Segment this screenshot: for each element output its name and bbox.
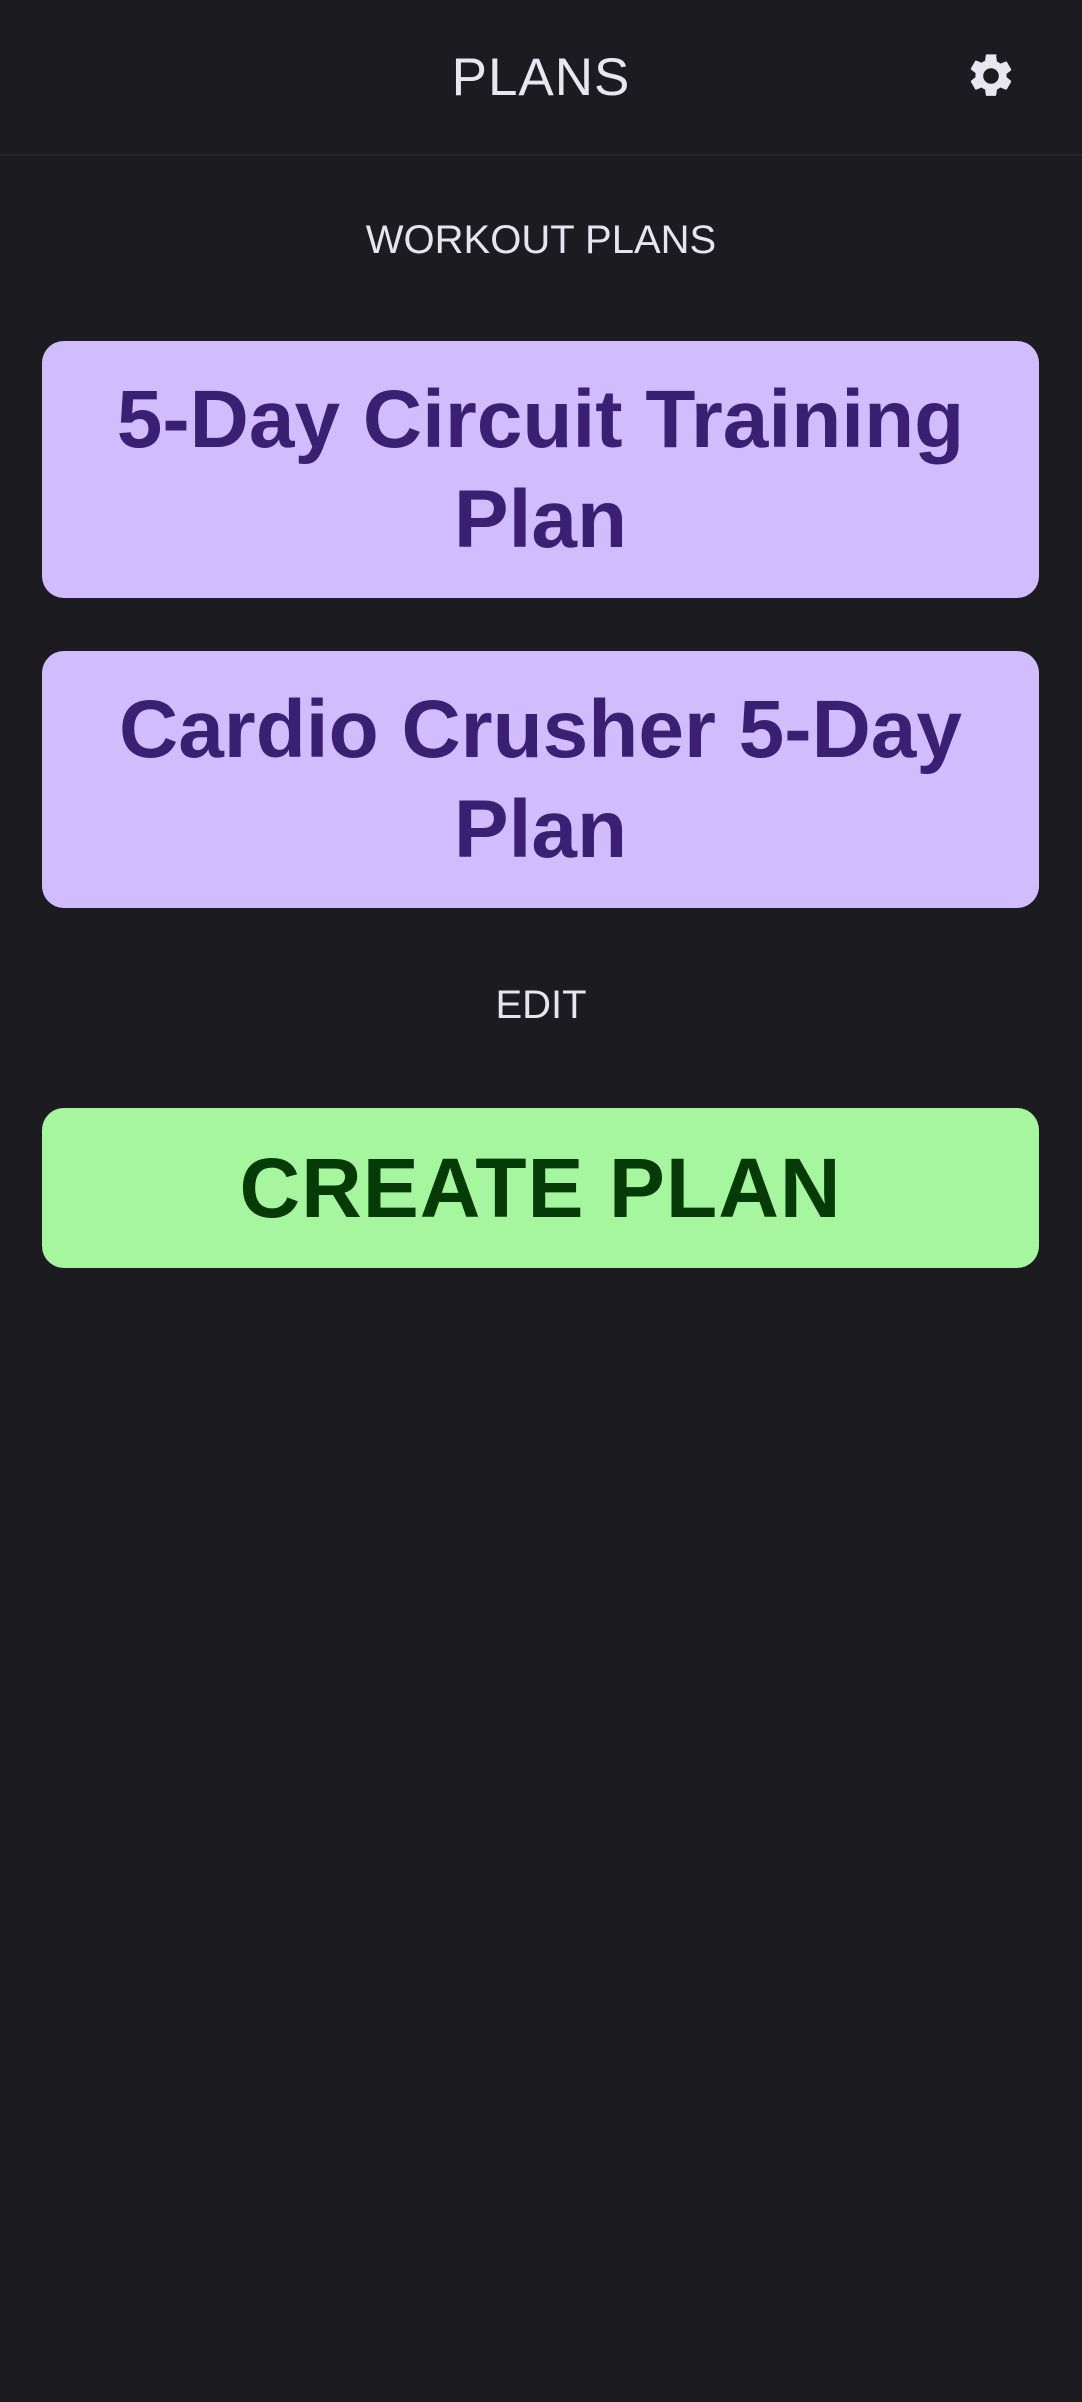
plan-card-label: 5-Day Circuit Training Plan [116, 373, 965, 565]
plan-card-label: Cardio Crusher 5-Day Plan [118, 683, 963, 875]
plans-screen: PLANS WORKOUT PLANS 5-Day Circuit Traini… [0, 0, 1082, 2402]
plan-card-cardio-crusher[interactable]: Cardio Crusher 5-Day Plan [42, 651, 1039, 908]
workout-plans-heading: WORKOUT PLANS [365, 218, 717, 262]
edit-button[interactable]: EDIT [0, 980, 1082, 1030]
create-plan-label: CREATE PLAN [239, 1141, 842, 1235]
page-title: PLANS [451, 48, 631, 107]
settings-button[interactable] [955, 40, 1027, 112]
plan-card-circuit-training[interactable]: 5-Day Circuit Training Plan [42, 341, 1039, 598]
gear-icon [970, 54, 1012, 96]
create-plan-button[interactable]: CREATE PLAN [42, 1108, 1039, 1268]
app-header: PLANS [0, 0, 1082, 156]
